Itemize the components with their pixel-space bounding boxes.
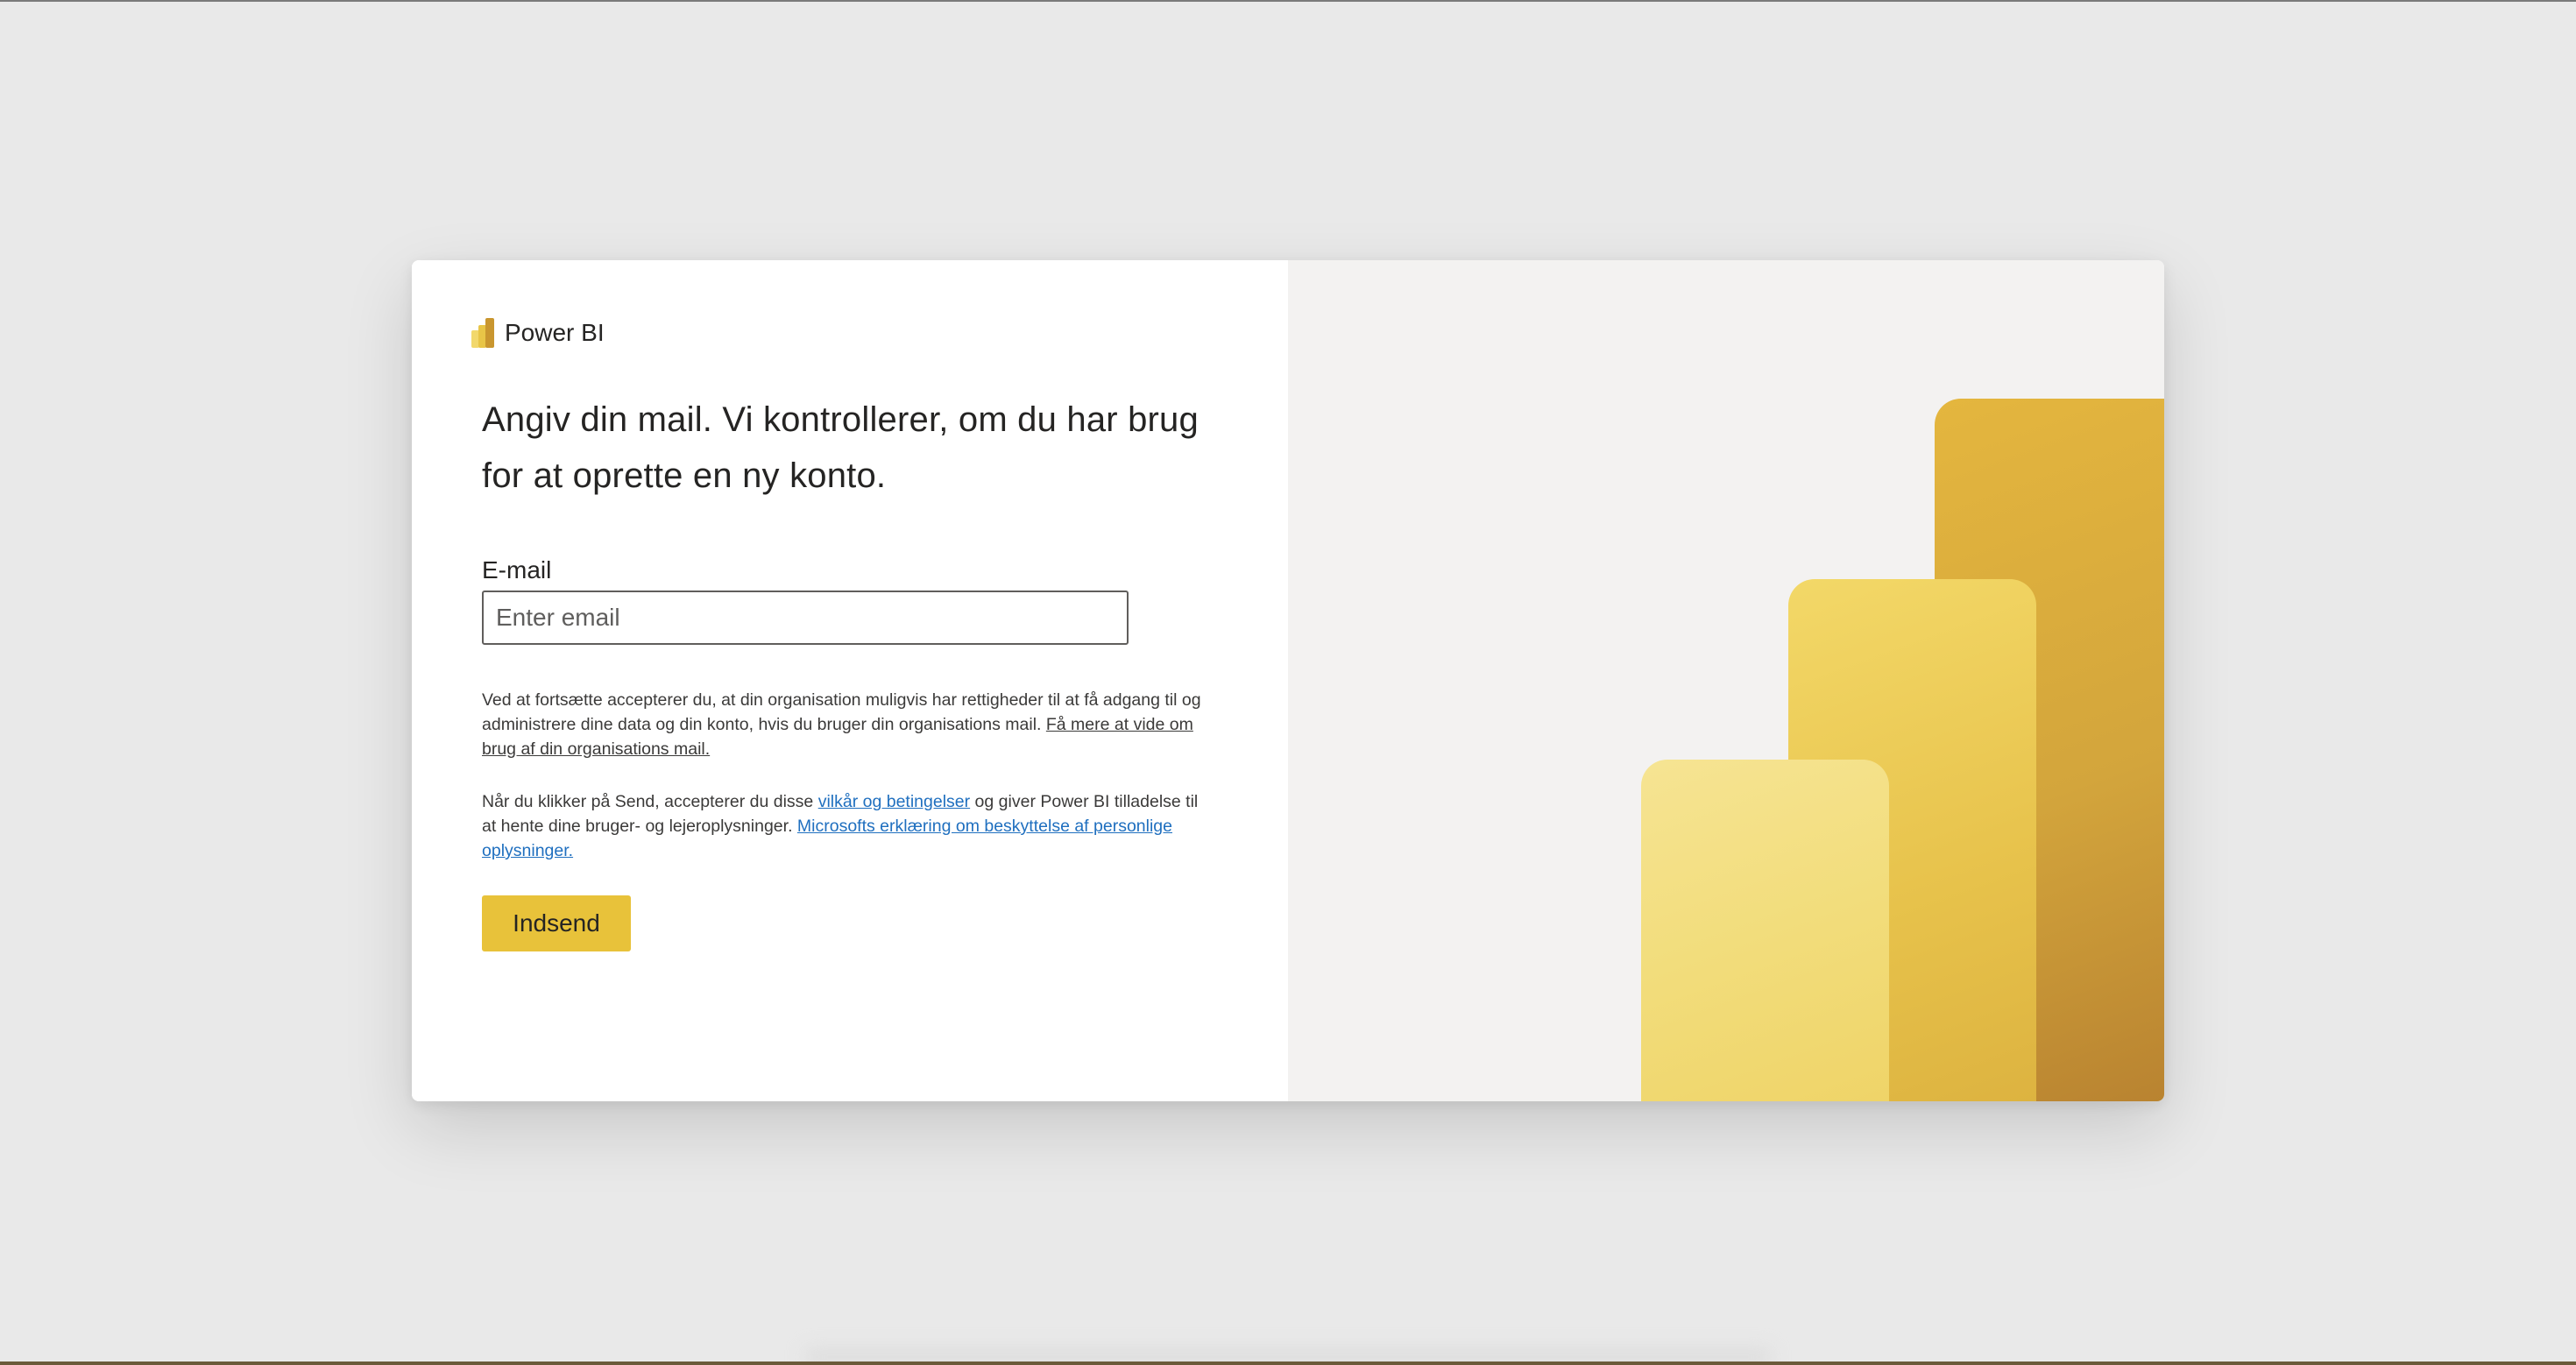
terms-and-conditions-link[interactable]: vilkår og betingelser: [818, 792, 970, 811]
power-bi-logo-icon: [471, 318, 494, 348]
submit-button[interactable]: Indsend: [482, 895, 631, 951]
window-top-edge: [0, 0, 2576, 2]
brand-header: Power BI: [471, 318, 605, 348]
window-bottom-edge: [0, 1361, 2576, 1365]
signup-dialog: Power BI Angiv din mail. Vi kontrollerer…: [412, 260, 2164, 1101]
terms-consent-text: Når du klikker på Send, accepterer du di…: [482, 789, 1209, 863]
brand-name: Power BI: [505, 319, 605, 346]
signup-form-pane: Power BI Angiv din mail. Vi kontrollerer…: [412, 260, 1288, 1101]
email-input[interactable]: [482, 591, 1129, 645]
email-label: E-mail: [482, 556, 552, 583]
page-title: Angiv din mail. Vi kontrollerer, om du h…: [482, 400, 1199, 495]
terms-consent-body-a: Når du klikker på Send, accepterer du di…: [482, 792, 818, 811]
art-bar-light: [1641, 760, 1889, 1101]
organization-consent-text: Ved at fortsætte accepterer du, at din o…: [482, 688, 1209, 761]
power-bi-art-panel: [1288, 260, 2164, 1101]
